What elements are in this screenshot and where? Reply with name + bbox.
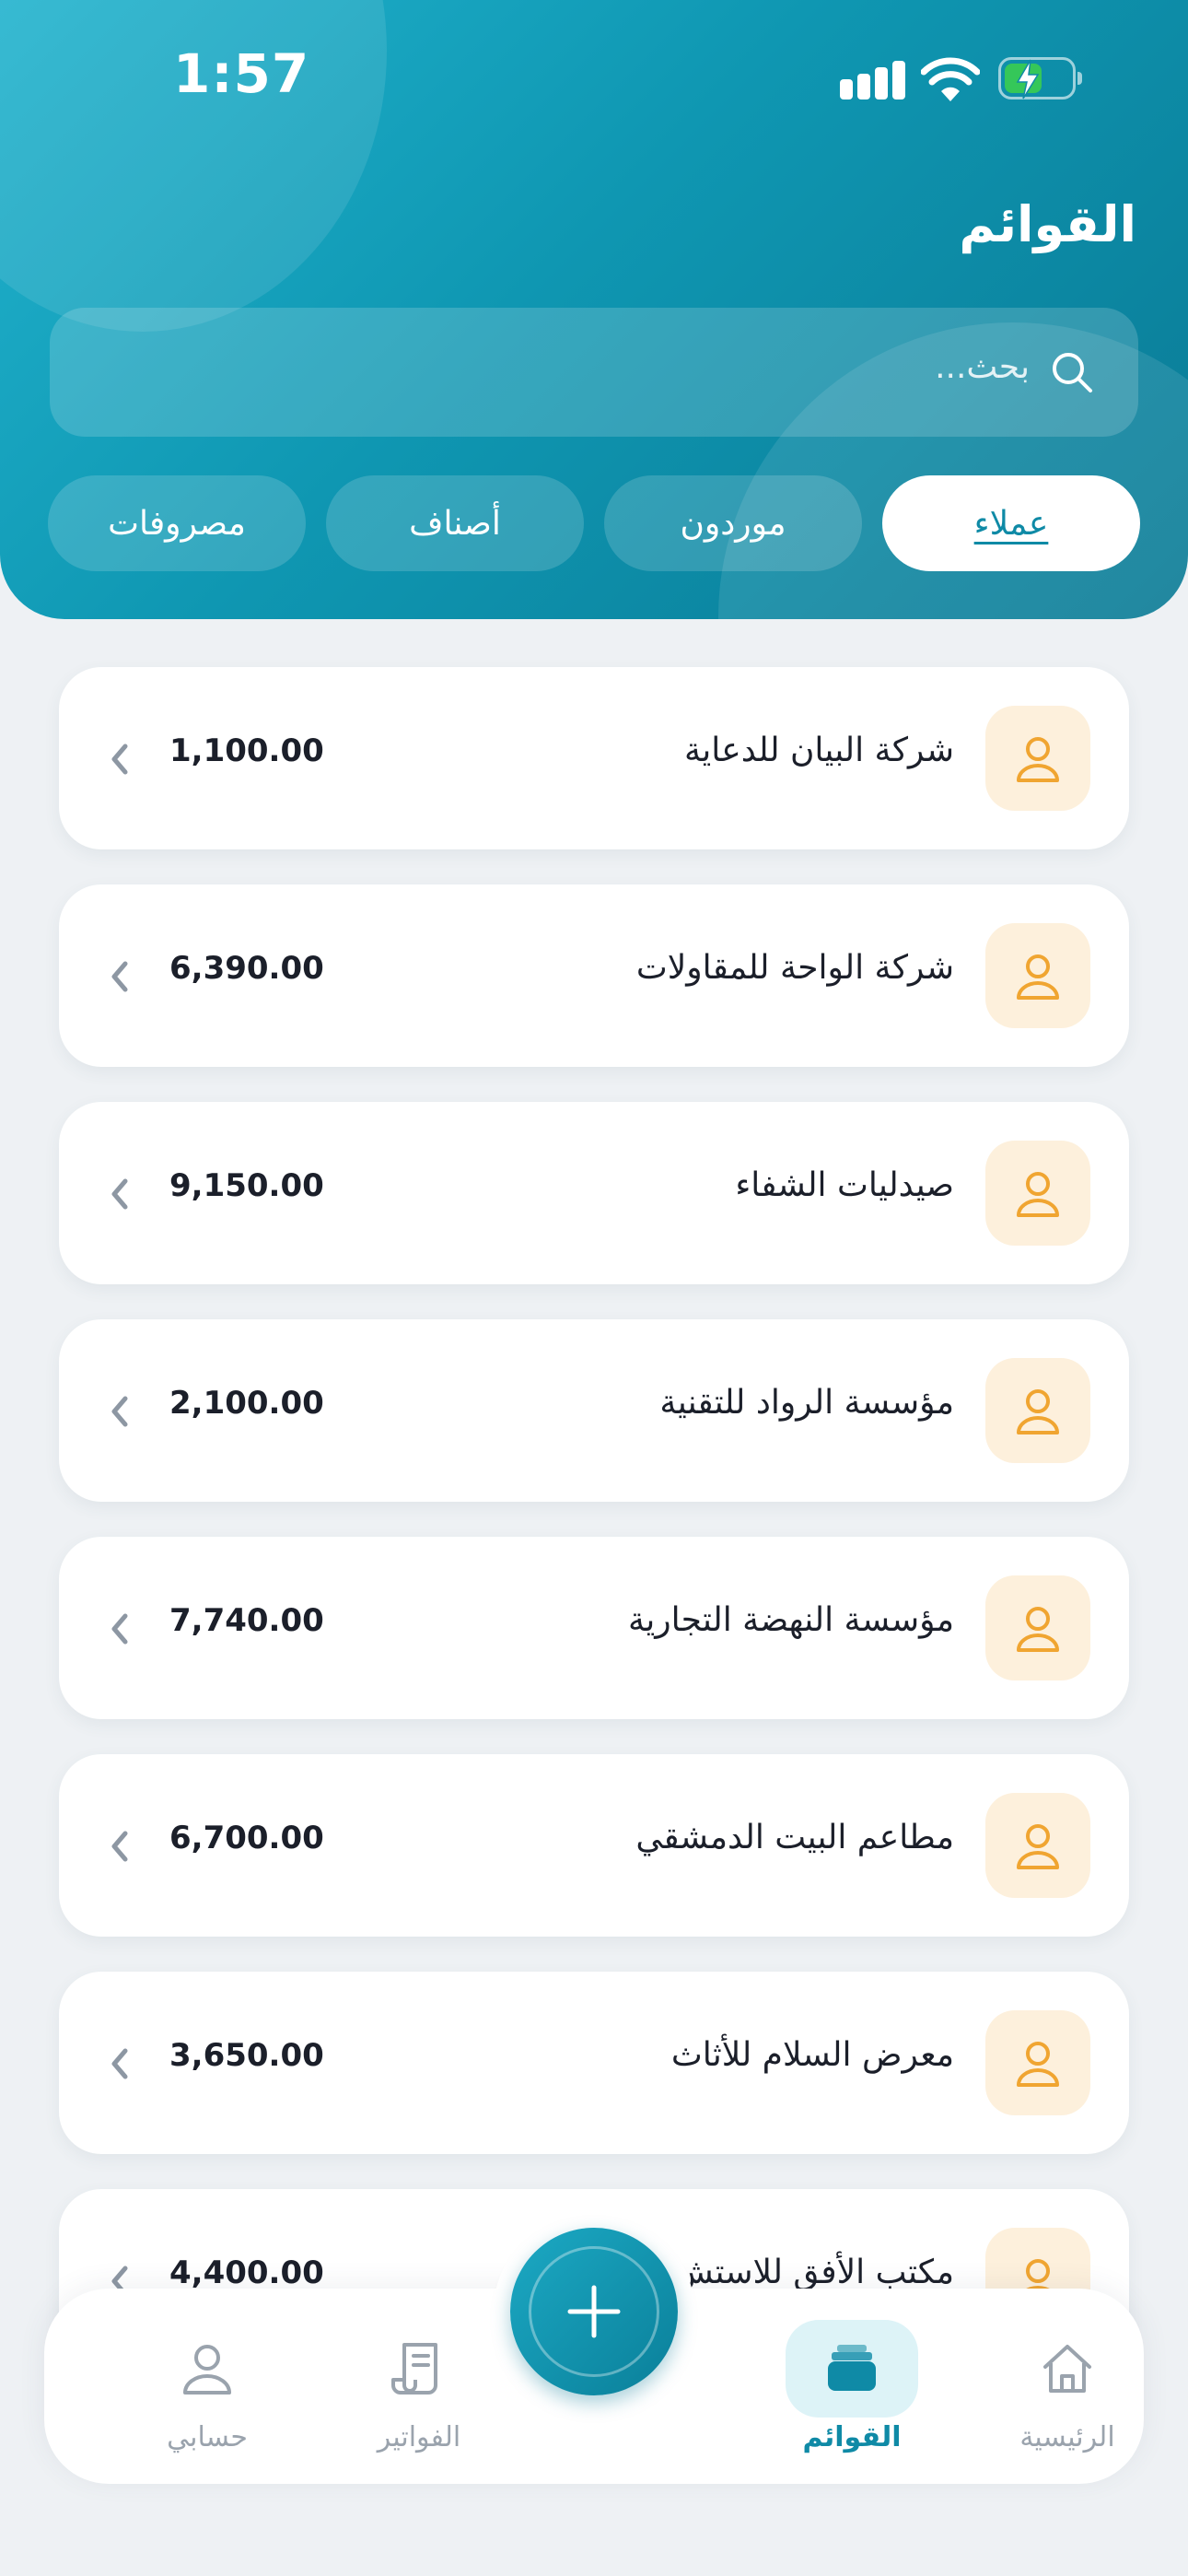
customer-name: مؤسسة الرواد للتقنية	[659, 1384, 954, 1422]
status-time: 1:57	[173, 42, 310, 105]
list-item[interactable]: شركة الواحة للمقاولات 6,390.00	[59, 884, 1129, 1067]
customer-name: مطاعم البيت الدمشقي	[635, 1819, 954, 1856]
customer-balance: 3,650.00	[169, 2037, 324, 2074]
customer-balance: 1,100.00	[169, 732, 324, 769]
home-icon	[1001, 2320, 1134, 2418]
wifi-icon	[921, 57, 980, 101]
list-item[interactable]: معرض السلام للأثاث 3,650.00	[59, 1972, 1129, 2154]
nav-invoices[interactable]: الفواتير	[332, 2307, 507, 2464]
battery-icon	[998, 57, 1082, 100]
customer-balance: 6,700.00	[169, 1820, 324, 1856]
user-icon	[985, 2010, 1090, 2115]
page-title: القوائم	[959, 195, 1136, 253]
search-placeholder: بحث...	[935, 348, 1030, 386]
search-input[interactable]: بحث...	[50, 308, 1138, 437]
customer-name: شركة الواحة للمقاولات	[635, 949, 954, 987]
customer-name: صيدليات الشفاء	[735, 1166, 954, 1204]
user-icon	[985, 706, 1090, 811]
stack-icon	[786, 2320, 918, 2418]
list-item[interactable]: صيدليات الشفاء 9,150.00	[59, 1102, 1129, 1284]
chevron-left-icon	[111, 1396, 128, 1427]
customer-balance: 9,150.00	[169, 1167, 324, 1204]
header: 1:57 القوائم بحث... عملاء موردون أصناف م…	[0, 0, 1188, 619]
customer-balance: 2,100.00	[169, 1385, 324, 1422]
receipt-icon	[353, 2320, 485, 2418]
customer-name: شركة البيان للدعاية	[683, 732, 954, 769]
nav-invoices-label: الفواتير	[377, 2421, 461, 2453]
tab-items[interactable]: أصناف	[326, 475, 584, 571]
nav-lists[interactable]: القوائم	[764, 2307, 939, 2464]
user-icon	[985, 1358, 1090, 1463]
customer-balance: 7,740.00	[169, 1602, 324, 1639]
user-icon	[985, 1575, 1090, 1680]
list-item[interactable]: شركة البيان للدعاية 1,100.00	[59, 667, 1129, 849]
nav-lists-label: القوائم	[802, 2421, 902, 2453]
tab-suppliers[interactable]: موردون	[604, 475, 862, 571]
user-icon	[985, 923, 1090, 1028]
add-button[interactable]	[510, 2228, 678, 2395]
user-icon	[141, 2320, 274, 2418]
nav-account[interactable]: حسابي	[120, 2307, 295, 2464]
search-icon	[1053, 353, 1092, 392]
customer-name: مكتب الأفق للاستش	[672, 2254, 954, 2291]
chevron-left-icon	[111, 1178, 128, 1210]
chevron-left-icon	[111, 744, 128, 775]
customer-name: معرض السلام للأثاث	[670, 2036, 954, 2074]
tab-expenses[interactable]: مصروفات	[48, 475, 306, 571]
chevron-left-icon	[111, 1831, 128, 1862]
tab-customers[interactable]: عملاء	[882, 475, 1140, 571]
customer-balance: 6,390.00	[169, 950, 324, 987]
chevron-left-icon	[111, 1613, 128, 1645]
nav-home-label: الرئيسية	[1019, 2421, 1115, 2453]
nav-account-label: حسابي	[167, 2421, 248, 2453]
list-item[interactable]: مؤسسة النهضة التجارية 7,740.00	[59, 1537, 1129, 1719]
user-icon	[985, 1793, 1090, 1898]
user-icon	[985, 1141, 1090, 1246]
list-item[interactable]: مؤسسة الرواد للتقنية 2,100.00	[59, 1319, 1129, 1502]
chevron-left-icon	[111, 2048, 128, 2079]
list-item[interactable]: مطاعم البيت الدمشقي 6,700.00	[59, 1754, 1129, 1937]
customer-balance: 4,400.00	[169, 2254, 324, 2291]
chevron-left-icon	[111, 961, 128, 992]
signal-icon	[840, 61, 906, 100]
customer-name: مؤسسة النهضة التجارية	[627, 1601, 954, 1639]
nav-home[interactable]: الرئيسية	[980, 2307, 1155, 2464]
plus-icon	[567, 2285, 621, 2338]
